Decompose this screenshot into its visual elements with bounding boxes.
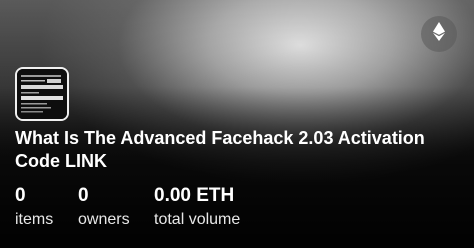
stat-total-volume: 0.00 ETH total volume: [154, 185, 240, 230]
ethereum-icon: [433, 22, 445, 46]
stat-total-volume-value: 0.00 ETH: [154, 185, 235, 206]
stat-owners-value: 0: [78, 185, 89, 206]
stat-owners: 0 owners: [78, 185, 154, 230]
collection-stats: 0 items 0 owners 0.00 ETH total volume: [15, 185, 240, 230]
stat-items: 0 items: [15, 185, 78, 230]
stat-total-volume-label: total volume: [154, 211, 241, 228]
collection-banner: What Is The Advanced Facehack 2.03 Activ…: [0, 0, 474, 248]
stat-items-value: 0: [15, 185, 26, 206]
collection-title: What Is The Advanced Facehack 2.03 Activ…: [15, 128, 425, 171]
stat-owners-label: owners: [78, 211, 130, 228]
chain-badge[interactable]: [421, 16, 457, 52]
collection-avatar-image: [17, 69, 67, 119]
collection-avatar[interactable]: [15, 67, 69, 121]
stat-items-label: items: [15, 211, 54, 228]
